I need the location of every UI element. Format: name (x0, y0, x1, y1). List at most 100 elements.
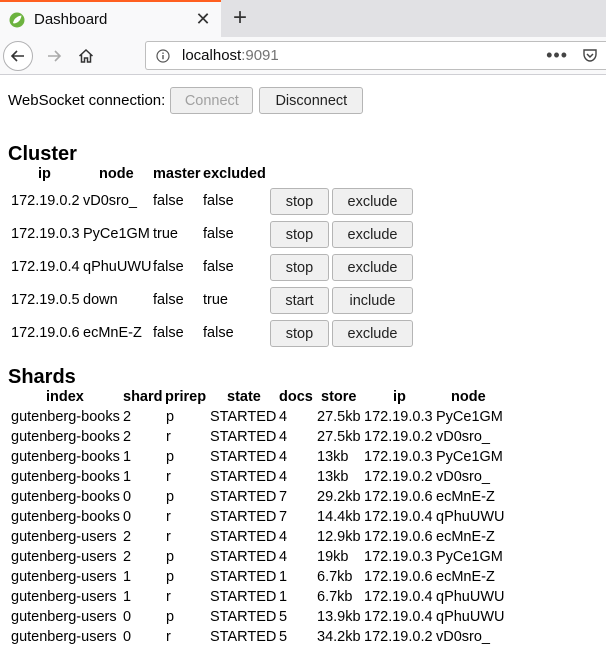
forward-button[interactable] (41, 43, 67, 69)
shard-cell-state: STARTED (210, 629, 277, 645)
shards-header-store: store (321, 389, 357, 405)
shard-cell-shard: 2 (123, 429, 132, 445)
cluster-cell-master: false (153, 193, 184, 209)
shard-cell-ip: 172.19.0.2 (364, 429, 433, 445)
shards-header-index: index (46, 389, 84, 405)
cluster-row: 172.19.0.5 down false true start include (0, 287, 420, 314)
cluster-cell-master: false (153, 259, 184, 275)
close-icon[interactable]: ✕ (191, 8, 215, 32)
shard-cell-docs: 4 (279, 529, 288, 545)
shard-row: gutenberg-users 2 r STARTED 4 12.9kb 172.19.0.… (0, 528, 606, 548)
cluster-cell-node: qPhuUWU (83, 259, 152, 275)
cluster-cell-excluded: false (203, 259, 234, 275)
shard-row: gutenberg-books 2 p STARTED 4 27.5kb 172.19.0.… (0, 408, 606, 428)
shard-cell-docs: 4 (279, 549, 288, 565)
shard-cell-shard: 1 (123, 569, 132, 585)
shard-cell-docs: 7 (279, 509, 288, 525)
shard-cell-index: gutenberg-users (11, 629, 117, 645)
websocket-label: WebSocket connection: (8, 92, 166, 109)
shard-cell-index: gutenberg-users (11, 609, 117, 625)
navigation-bar: localhost:9091 ••• (0, 37, 606, 75)
cluster-header-node: node (99, 166, 134, 182)
shard-row: gutenberg-users 0 r STARTED 5 34.2kb 172.19.0.… (0, 628, 606, 648)
shard-row: gutenberg-users 1 r STARTED 1 6.7kb 172.19.0.4… (0, 588, 606, 608)
tab-dashboard[interactable]: Dashboard ✕ (0, 0, 221, 37)
forward-arrow-icon (48, 49, 62, 62)
include-button[interactable]: include (332, 287, 413, 314)
shard-cell-ip: 172.19.0.3 (364, 449, 433, 465)
shard-cell-node: qPhuUWU (436, 509, 505, 525)
shard-cell-state: STARTED (210, 569, 277, 585)
info-icon[interactable] (156, 48, 170, 63)
websocket-controls: WebSocket connection: Connect Disconnect (8, 87, 364, 114)
home-button[interactable] (73, 43, 99, 69)
shard-cell-shard: 0 (123, 509, 132, 525)
shard-cell-docs: 4 (279, 469, 288, 485)
more-dots-icon[interactable]: ••• (546, 46, 568, 64)
cluster-row: 172.19.0.2 vD0sro_ false false stop exclude (0, 188, 420, 215)
shard-cell-state: STARTED (210, 589, 277, 605)
stop-button[interactable]: stop (270, 188, 329, 215)
shard-cell-shard: 1 (123, 469, 132, 485)
shard-cell-node: vD0sro_ (436, 429, 490, 445)
connect-button[interactable]: Connect (170, 87, 254, 114)
disconnect-button[interactable]: Disconnect (259, 87, 364, 114)
cluster-cell-excluded: false (203, 193, 234, 209)
shard-cell-node: ecMnE-Z (436, 529, 495, 545)
cluster-row: 172.19.0.4 qPhuUWU false false stop exclude (0, 254, 420, 281)
pocket-icon[interactable] (582, 47, 598, 63)
shards-header-ip: ip (393, 389, 406, 405)
shard-cell-prirep: p (166, 409, 175, 425)
shards-header-docs: docs (279, 389, 313, 405)
shard-cell-shard: 0 (123, 629, 132, 645)
shard-cell-prirep: p (166, 609, 175, 625)
shard-cell-node: vD0sro_ (436, 469, 490, 485)
shard-cell-ip: 172.19.0.3 (364, 549, 433, 565)
shard-cell-shard: 2 (123, 529, 132, 545)
shard-row: gutenberg-users 2 p STARTED 4 19kb 172.19.0.3 P… (0, 548, 606, 568)
exclude-button[interactable]: exclude (332, 221, 413, 248)
shard-cell-prirep: r (166, 509, 171, 525)
shard-cell-state: STARTED (210, 409, 277, 425)
shard-cell-prirep: p (166, 449, 175, 465)
shards-heading: Shards (8, 366, 76, 388)
url-host: localhost (182, 47, 242, 64)
shard-cell-ip: 172.19.0.2 (364, 629, 433, 645)
shard-cell-state: STARTED (210, 609, 277, 625)
shard-cell-docs: 7 (279, 489, 288, 505)
shard-cell-docs: 4 (279, 449, 288, 465)
cluster-cell-excluded: false (203, 325, 234, 341)
shard-cell-docs: 4 (279, 409, 288, 425)
shard-cell-index: gutenberg-users (11, 569, 117, 585)
start-button[interactable]: start (270, 287, 329, 314)
exclude-button[interactable]: exclude (332, 254, 413, 281)
shard-cell-ip: 172.19.0.6 (364, 529, 433, 545)
cluster-row: 172.19.0.6 ecMnE-Z false false stop exclude (0, 320, 420, 347)
exclude-button[interactable]: exclude (332, 188, 413, 215)
shard-cell-prirep: r (166, 629, 171, 645)
back-button[interactable] (3, 40, 33, 71)
cluster-row: 172.19.0.3 PyCe1GM true false stop exclude (0, 221, 420, 248)
shard-row: gutenberg-books 0 p STARTED 7 29.2kb 172.19.0.… (0, 488, 606, 508)
cluster-cell-excluded: true (203, 292, 228, 308)
exclude-button[interactable]: exclude (332, 320, 413, 347)
shard-cell-node: qPhuUWU (436, 589, 505, 605)
shard-cell-docs: 4 (279, 429, 288, 445)
shard-cell-node: PyCe1GM (436, 409, 503, 425)
stop-button[interactable]: stop (270, 221, 329, 248)
shard-cell-prirep: r (166, 429, 171, 445)
shard-cell-docs: 1 (279, 589, 288, 605)
shard-cell-docs: 1 (279, 569, 288, 585)
shard-cell-index: gutenberg-users (11, 589, 117, 605)
shard-cell-shard: 2 (123, 549, 132, 565)
shard-row: gutenberg-books 1 r STARTED 4 13kb 172.19.0.2 v… (0, 468, 606, 488)
cluster-cell-ip: 172.19.0.3 (11, 226, 80, 242)
stop-button[interactable]: stop (270, 254, 329, 281)
shard-cell-prirep: r (166, 529, 171, 545)
cluster-cell-ip: 172.19.0.6 (11, 325, 80, 341)
shard-cell-store: 12.9kb (317, 529, 361, 545)
new-tab-button[interactable]: + (226, 4, 254, 32)
shard-cell-state: STARTED (210, 449, 277, 465)
url-bar[interactable]: localhost:9091 ••• (145, 41, 606, 70)
stop-button[interactable]: stop (270, 320, 329, 347)
